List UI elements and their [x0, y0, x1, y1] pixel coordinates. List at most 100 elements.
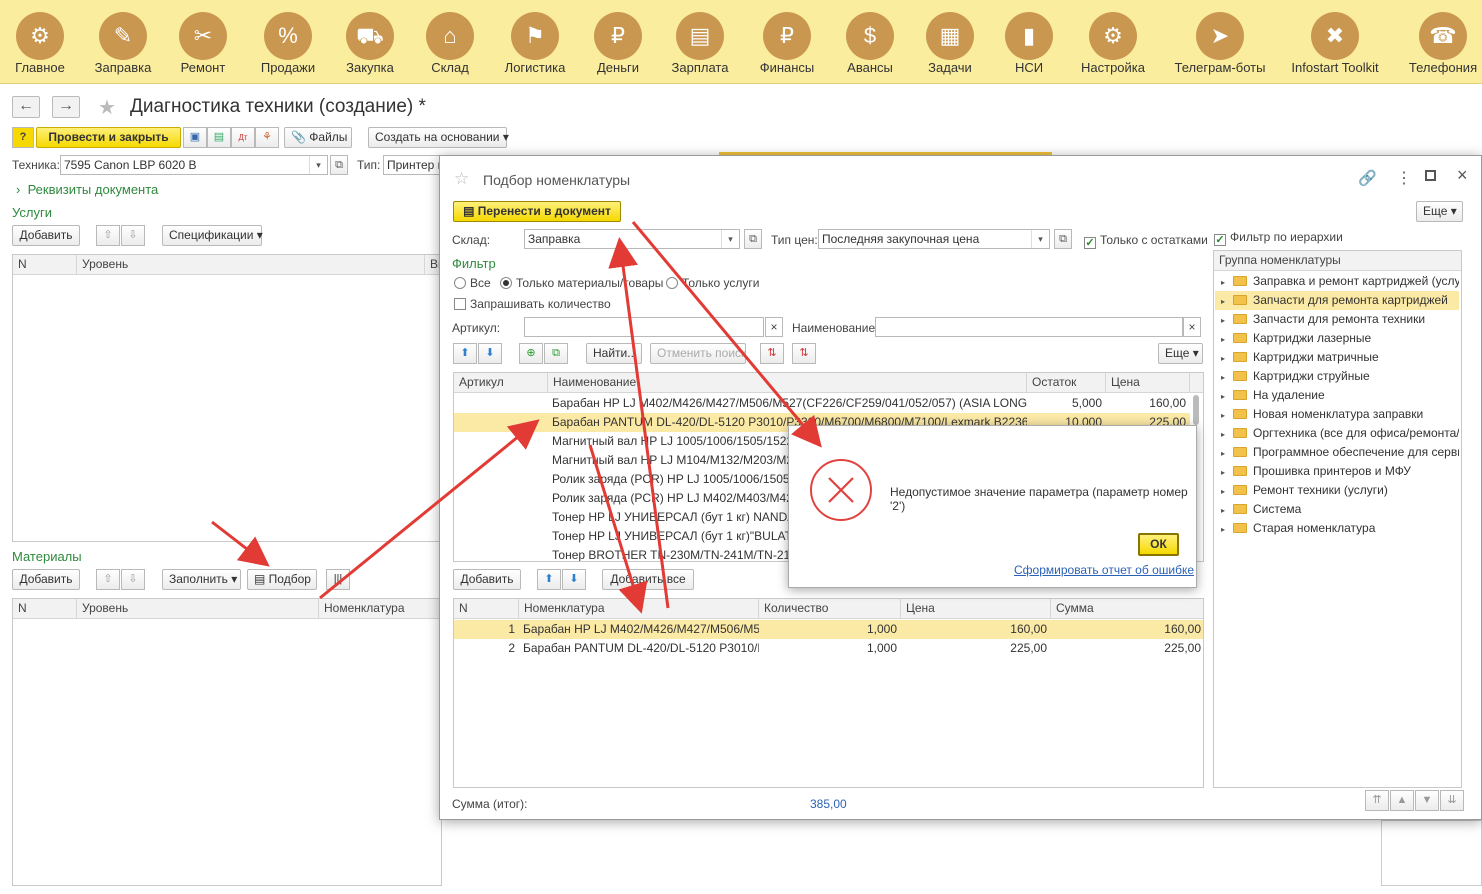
tree-item[interactable]: ▸ Новая номенклатура заправки [1215, 405, 1459, 424]
col-name[interactable]: Наименование [548, 373, 1027, 393]
tree-item[interactable]: ▸ Старая номенклатура [1215, 519, 1459, 538]
more-vert-icon[interactable]: ⋮ [1396, 168, 1412, 188]
expand-icon[interactable]: ▸ [1221, 311, 1229, 329]
radio-services[interactable]: Только услуги [666, 276, 759, 290]
selected-table[interactable]: N Номенклатура Количество Цена Сумма 1 Ба… [453, 598, 1204, 788]
expand-icon[interactable]: ▸ [1221, 482, 1229, 500]
tree-item[interactable]: ▸ На удаление [1215, 386, 1459, 405]
radio-selected-icon[interactable] [500, 277, 512, 289]
col-price[interactable]: Цена [901, 599, 1051, 619]
first-icon[interactable]: ⇈ [1365, 790, 1389, 811]
arrow-down-icon[interactable]: ⇩ [121, 225, 145, 246]
checkbox-icon[interactable]: ✓ [1214, 234, 1226, 246]
forward-button[interactable]: → [52, 96, 80, 118]
favorite-star-icon[interactable]: ★ [98, 95, 116, 120]
expand-icon[interactable]: ▸ [1221, 501, 1229, 519]
section-wrench[interactable]: ⚙ Настройка [1073, 0, 1153, 84]
post-and-close-button[interactable]: Провести и закрыть [36, 127, 181, 148]
col-sum[interactable]: Сумма [1051, 599, 1203, 619]
type-field[interactable]: Принтер м [383, 155, 443, 175]
requisites-link[interactable]: › Реквизиты документа [16, 182, 158, 197]
tree-item[interactable]: ▸ Картриджи матричные [1215, 348, 1459, 367]
chevron-down-icon[interactable]: ▾ [1031, 230, 1049, 248]
tech-field[interactable]: 7595 Canon LBP 6020 B ▾ [60, 155, 328, 175]
dt-kt-icon[interactable]: Дт [231, 127, 255, 148]
chevron-down-icon[interactable]: ▾ [309, 156, 327, 174]
transfer-button[interactable]: ▤ Перенести в документ [453, 201, 621, 222]
col-nomenclature[interactable]: Номенклатура [519, 599, 759, 619]
expand-icon[interactable]: ▸ [1221, 349, 1229, 367]
expand-icon[interactable]: ▸ [1221, 368, 1229, 386]
materials-add-button[interactable]: Добавить [12, 569, 80, 590]
article-input[interactable] [524, 317, 764, 337]
radio-all[interactable]: Все [454, 276, 491, 290]
tree-item[interactable]: ▸ Система [1215, 500, 1459, 519]
scrollbar-thumb[interactable] [1193, 395, 1199, 425]
expand-icon[interactable]: ▸ [1221, 273, 1229, 291]
table-row[interactable]: 2 Барабан PANTUM DL-420/DL-5120 P3010/P..… [454, 639, 1203, 658]
open-icon[interactable]: ⧉ [330, 155, 348, 175]
col-qty[interactable]: Количество [759, 599, 901, 619]
clear-icon[interactable]: × [1183, 317, 1201, 337]
tree-item[interactable]: ▸ Запчасти для ремонта техники [1215, 310, 1459, 329]
tree-item[interactable]: ▸ Ремонт техники (услуги) [1215, 481, 1459, 500]
tree-item[interactable]: ▸ Оргтехника (все для офиса/ремонта/... [1215, 424, 1459, 443]
tree-item[interactable]: ▸ Заправка и ремонт картриджей (услуг... [1215, 272, 1459, 291]
col-n[interactable]: N [13, 599, 77, 619]
table-row[interactable]: 1 Барабан HP LJ M402/M426/M427/M506/M5...… [454, 620, 1203, 639]
pick-button[interactable]: ▤ Подбор [247, 569, 317, 590]
checkbox-icon[interactable] [454, 298, 466, 310]
section-toolkit[interactable]: ✖ Infostart Toolkit [1291, 0, 1379, 84]
arrow-down-icon[interactable]: ⬇ [562, 569, 586, 590]
link-icon[interactable]: 🔗 [1358, 169, 1377, 187]
expand-icon[interactable]: ▸ [1221, 292, 1229, 310]
arrow-up-icon[interactable]: ⇧ [96, 569, 120, 590]
expand-icon[interactable]: ▸ [1221, 444, 1229, 462]
groups-tree[interactable]: Группа номенклатуры ▸ Заправка и ремонт к… [1213, 250, 1462, 788]
radio-icon[interactable] [454, 277, 466, 289]
expand-icon[interactable]: ▸ [1221, 425, 1229, 443]
close-icon[interactable]: × [1457, 165, 1468, 186]
col-nomenclature[interactable]: Номенклатура [319, 599, 443, 619]
add-green-icon[interactable]: ⊕ [519, 343, 543, 364]
barcode-icon[interactable]: ||| [326, 569, 350, 590]
ok-button[interactable]: ОК [1138, 533, 1179, 556]
services-table[interactable]: N Уровень Ви [12, 254, 443, 542]
back-button[interactable]: ← [12, 96, 40, 118]
tree-item[interactable]: ▸ Программное обеспечение для серви... [1215, 443, 1459, 462]
down-icon[interactable]: ▼ [1415, 790, 1439, 811]
more-button-top[interactable]: Еще ▾ [1416, 201, 1463, 222]
chevron-down-icon[interactable]: ▾ [721, 230, 739, 248]
expand-icon[interactable]: ▸ [1221, 463, 1229, 481]
expand-icon[interactable]: ▸ [1221, 520, 1229, 538]
copy-add-icon[interactable]: ⧉ [544, 343, 568, 364]
services-add-button[interactable]: Добавить [12, 225, 80, 246]
expand-icon[interactable]: ▸ [1221, 406, 1229, 424]
col-price[interactable]: Цена [1106, 373, 1190, 393]
col-stock[interactable]: Остаток [1027, 373, 1106, 393]
section-phone[interactable]: ☎ Телефония [1403, 0, 1482, 84]
col-n[interactable]: N [454, 599, 519, 619]
expand-icon[interactable]: ▸ [1221, 387, 1229, 405]
dialog-add-button[interactable]: Добавить [453, 569, 521, 590]
specs-button[interactable]: Спецификации ▾ [162, 225, 263, 246]
structure-icon[interactable]: ⚘ [255, 127, 279, 148]
fill-button[interactable]: Заполнить ▾ [162, 569, 241, 590]
hierarchy-filter-checkbox[interactable]: ✓ Фильтр по иерархии [1214, 230, 1343, 246]
up-icon[interactable]: ▲ [1390, 790, 1414, 811]
section-telegram[interactable]: ➤ Телеграм-боты [1175, 0, 1265, 84]
col-n[interactable]: N [13, 255, 77, 275]
add-all-button[interactable]: Добавить все [602, 569, 694, 590]
radio-icon[interactable] [666, 277, 678, 289]
create-based-button[interactable]: Создать на основании ▾ [368, 127, 509, 148]
tree-item[interactable]: ▸ Прошивка принтеров и МФУ [1215, 462, 1459, 481]
help-button[interactable]: ? [12, 127, 34, 148]
favorite-star-icon[interactable]: ☆ [454, 169, 469, 189]
ask-qty-checkbox[interactable]: Запрашивать количество [454, 297, 611, 311]
price-type-field[interactable]: Последняя закупочная цена ▾ [818, 229, 1050, 249]
name-input[interactable] [875, 317, 1183, 337]
save-icon[interactable]: ▣ [183, 127, 207, 148]
more-button[interactable]: Еще ▾ [1158, 343, 1203, 364]
table-row[interactable]: Барабан HP LJ M402/M426/M427/M506/M527(C… [454, 394, 1190, 413]
sort-desc-icon[interactable]: ⇅ [792, 343, 816, 364]
